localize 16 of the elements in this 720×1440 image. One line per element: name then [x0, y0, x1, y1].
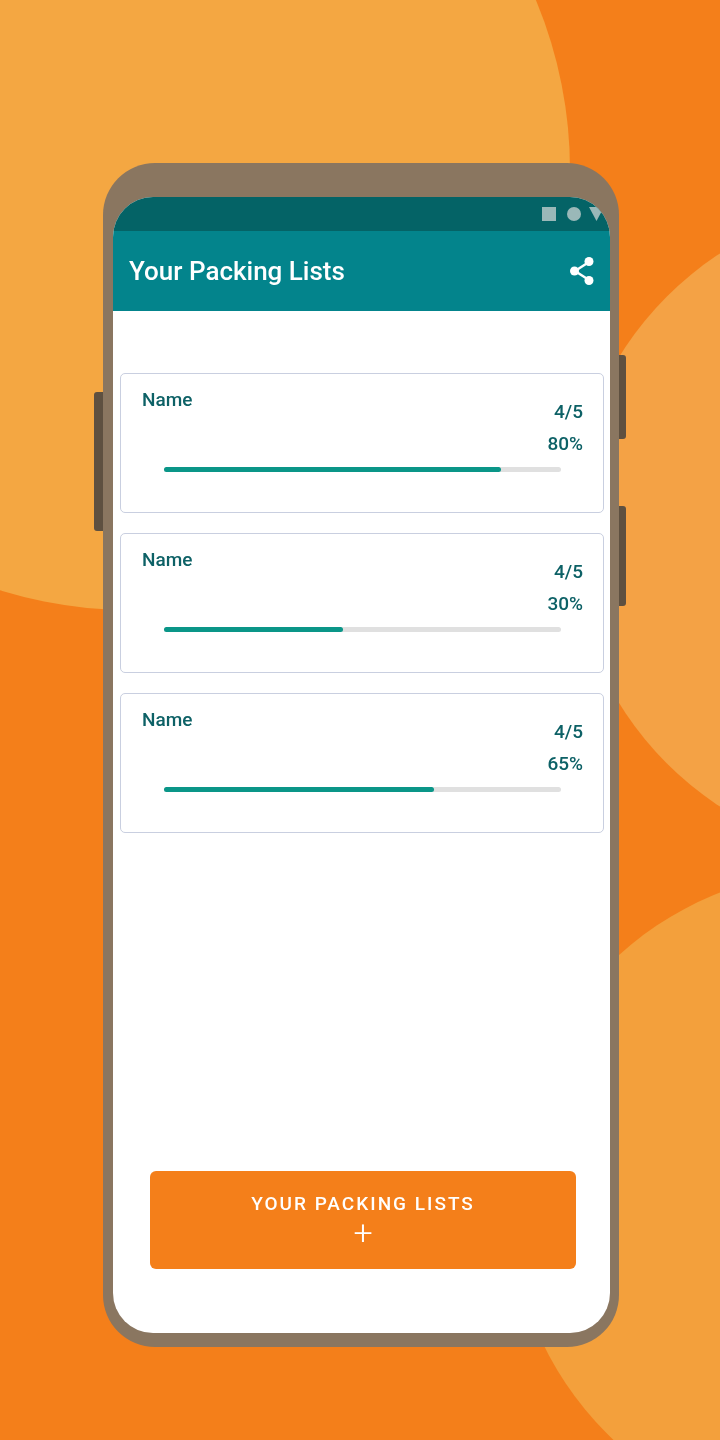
item-count: 4/5 [554, 400, 583, 424]
app-title: Your Packing Lists [129, 256, 345, 286]
item-count: 4/5 [554, 720, 583, 744]
percent-label: 65% [547, 752, 583, 776]
list-name: Name [142, 548, 193, 573]
item-count: 4/5 [554, 560, 583, 584]
list-card[interactable]: Name 4/5 80% [120, 373, 604, 513]
circle-icon[interactable] [567, 207, 581, 221]
percent-label: 30% [547, 592, 583, 616]
percent-label: 80% [547, 432, 583, 456]
triangle-icon[interactable] [589, 207, 604, 221]
list-name: Name [142, 388, 193, 413]
list-name: Name [142, 708, 193, 733]
list-card[interactable]: Name 4/5 30% [120, 533, 604, 673]
list-card[interactable]: Name 4/5 65% [120, 693, 604, 833]
share-icon[interactable] [568, 256, 596, 286]
